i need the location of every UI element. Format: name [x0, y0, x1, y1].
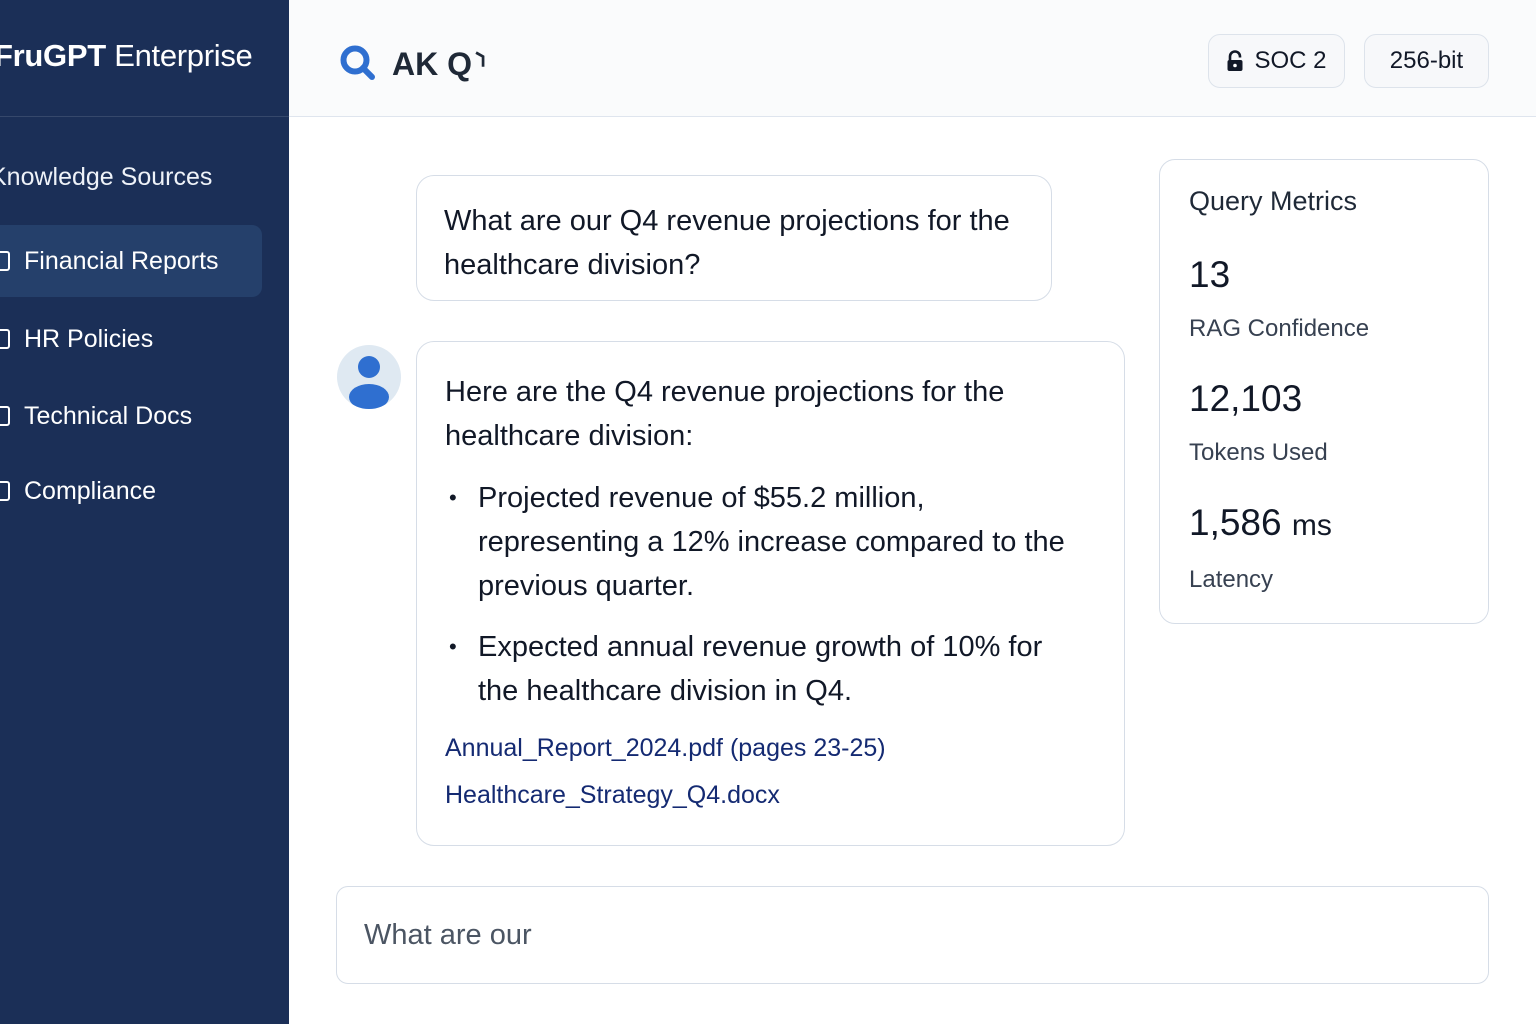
- sidebar-divider: [0, 116, 289, 117]
- soc2-badge: SOC 2: [1208, 34, 1345, 88]
- user-message-bubble: What are our Q4 revenue projections for …: [416, 175, 1052, 301]
- metrics-title: Query Metrics: [1189, 186, 1358, 216]
- lock-icon: [1227, 50, 1243, 71]
- chat-input[interactable]: [336, 886, 1489, 984]
- sidebar-item-compliance[interactable]: Compliance: [0, 455, 262, 527]
- encryption-badge: 256-bit: [1364, 34, 1489, 88]
- assistant-bullet-list: Projected revenue of $55.2 million, repr…: [445, 476, 1096, 713]
- metric-number: 13: [1189, 254, 1231, 295]
- search-icon[interactable]: [339, 44, 375, 80]
- sidebar-item-label: Compliance: [24, 476, 157, 505]
- list-item: Projected revenue of $55.2 million, repr…: [445, 476, 1065, 608]
- rag-confidence-value: 13: [1189, 253, 1459, 297]
- latency-label: Latency: [1189, 566, 1274, 593]
- document-icon: [0, 329, 10, 349]
- document-icon: [0, 251, 10, 271]
- encryption-badge-label: 256-bit: [1389, 47, 1464, 74]
- brand-logo: FruGPT Enterprise: [0, 38, 253, 74]
- sidebar-item-technical-docs[interactable]: Technical Docs: [0, 380, 262, 452]
- tokens-used-label: Tokens Used: [1189, 439, 1328, 466]
- latency-value: 1,586 ms: [1189, 501, 1459, 548]
- tokens-used-value: 12,103: [1189, 377, 1459, 421]
- sidebar-item-label: Financial Reports: [24, 246, 219, 275]
- metric-unit: ms: [1291, 509, 1332, 542]
- top-header: AK Q⸃ SOC 2 256-bit: [289, 0, 1536, 117]
- knowledge-sources-heading: Knowledge Sources: [0, 163, 213, 191]
- metric-number: 12,103: [1189, 378, 1303, 419]
- sidebar-item-label: HR Policies: [24, 324, 154, 353]
- source-link-annual-report[interactable]: Annual_Report_2024.pdf (pages 23-25): [445, 733, 1096, 763]
- metric-number: 1,586: [1189, 502, 1282, 543]
- document-icon: [0, 406, 10, 426]
- user-avatar-icon: [349, 356, 389, 409]
- brand-name: FruGPT: [0, 38, 106, 73]
- page-title: AK Q⸃: [392, 46, 489, 82]
- rag-confidence-label: RAG Confidence: [1189, 315, 1370, 342]
- query-metrics-panel: Query Metrics 13 RAG Confidence 12,103 T…: [1159, 159, 1489, 624]
- sidebar-item-hr-policies[interactable]: HR Policies: [0, 303, 262, 375]
- avatar: [337, 345, 401, 409]
- brand-suffix: Enterprise: [105, 38, 253, 73]
- assistant-message-bubble: Here are the Q4 revenue projections for …: [416, 341, 1125, 846]
- sidebar-item-label: Technical Docs: [24, 401, 193, 430]
- source-link-healthcare-strategy[interactable]: Healthcare_Strategy_Q4.docx: [445, 780, 1096, 810]
- soc2-badge-label: SOC 2: [1254, 47, 1327, 74]
- document-icon: [0, 481, 10, 501]
- assistant-intro-text: Here are the Q4 revenue projections for …: [445, 376, 1005, 452]
- user-message-text: What are our Q4 revenue projections for …: [444, 205, 1010, 281]
- sidebar-item-financial-reports[interactable]: Financial Reports: [0, 225, 262, 297]
- sidebar: FruGPT Enterprise Knowledge Sources Fina…: [0, 0, 289, 1024]
- list-item: Expected annual revenue growth of 10% fo…: [445, 625, 1065, 713]
